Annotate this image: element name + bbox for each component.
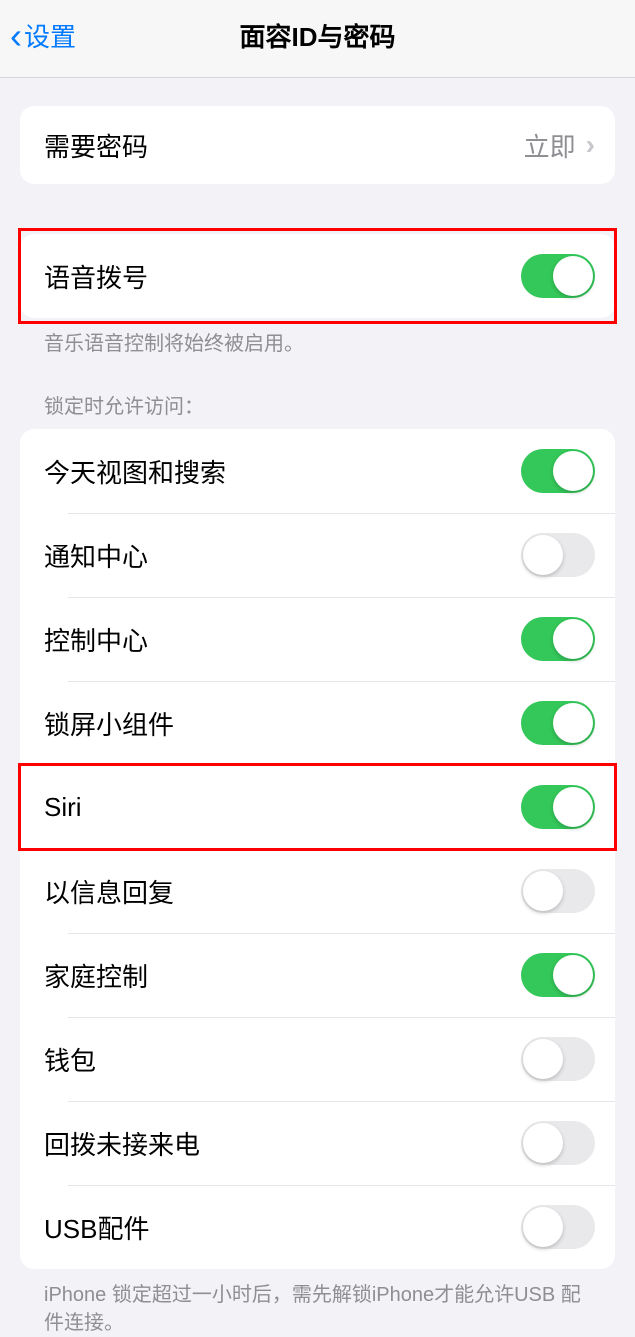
- nav-header: ‹ 设置 面容ID与密码: [0, 0, 635, 78]
- passcode-group: 需要密码 立即 ›: [20, 106, 615, 184]
- notification-center-toggle[interactable]: [521, 533, 595, 577]
- lock-access-group: 今天视图和搜索通知中心控制中心锁屏小组件 Siri 以信息回复家庭控制钱包回拨未接来…: [20, 429, 615, 1269]
- usb-accessories-row: USB配件: [44, 1185, 615, 1269]
- home-control-label: 家庭控制: [44, 957, 148, 994]
- usb-accessories-label: USB配件: [44, 1209, 149, 1246]
- lock-access-footer: iPhone 锁定超过一小时后，需先解锁iPhone才能允许USB 配件连接。: [20, 1269, 615, 1337]
- notification-center-row: 通知中心: [44, 513, 615, 597]
- return-missed-calls-row: 回拨未接来电: [44, 1101, 615, 1185]
- wallet-toggle[interactable]: [521, 1037, 595, 1081]
- toggle-knob: [523, 1039, 563, 1079]
- home-control-toggle[interactable]: [521, 953, 595, 997]
- toggle-knob: [523, 1207, 563, 1247]
- back-label: 设置: [24, 17, 76, 54]
- reply-messages-label: 以信息回复: [44, 873, 174, 910]
- toggle-knob: [523, 871, 563, 911]
- toggle-knob: [553, 451, 593, 491]
- control-center-row: 控制中心: [44, 597, 615, 681]
- require-passcode-label: 需要密码: [44, 127, 148, 164]
- toggle-knob: [523, 535, 563, 575]
- lock-screen-widgets-toggle[interactable]: [521, 701, 595, 745]
- require-passcode-value: 立即: [524, 127, 576, 164]
- toggle-knob: [553, 787, 593, 827]
- control-center-label: 控制中心: [44, 621, 148, 658]
- control-center-toggle[interactable]: [521, 617, 595, 661]
- siri-row: Siri: [44, 765, 615, 849]
- return-missed-calls-toggle[interactable]: [521, 1121, 595, 1165]
- lock-screen-widgets-label: 锁屏小组件: [44, 705, 174, 742]
- return-missed-calls-label: 回拨未接来电: [44, 1125, 200, 1162]
- usb-accessories-toggle[interactable]: [521, 1205, 595, 1249]
- toggle-knob: [553, 619, 593, 659]
- back-button[interactable]: ‹ 设置: [10, 17, 76, 54]
- today-view-search-toggle[interactable]: [521, 449, 595, 493]
- voice-dial-label: 语音拨号: [44, 258, 148, 295]
- reply-messages-toggle[interactable]: [521, 869, 595, 913]
- wallet-row: 钱包: [44, 1017, 615, 1101]
- require-passcode-row[interactable]: 需要密码 立即 ›: [20, 106, 615, 184]
- voice-dial-toggle[interactable]: [521, 254, 595, 298]
- chevron-right-icon: ›: [586, 129, 595, 161]
- voice-dial-footer: 音乐语音控制将始终被启用。: [20, 318, 615, 358]
- notification-center-label: 通知中心: [44, 537, 148, 574]
- today-view-search-label: 今天视图和搜索: [44, 453, 226, 490]
- page-title: 面容ID与密码: [239, 17, 395, 54]
- wallet-label: 钱包: [44, 1041, 96, 1078]
- siri-label: Siri: [44, 792, 82, 823]
- lock-screen-widgets-row: 锁屏小组件: [44, 681, 615, 765]
- today-view-search-row: 今天视图和搜索: [20, 429, 615, 513]
- reply-messages-row: 以信息回复: [44, 849, 615, 933]
- toggle-knob: [553, 256, 593, 296]
- chevron-left-icon: ‹: [10, 18, 22, 54]
- voice-dial-group: 语音拨号: [20, 234, 615, 318]
- lock-access-header: 锁定时允许访问：: [20, 358, 615, 429]
- voice-dial-row: 语音拨号: [20, 234, 615, 318]
- toggle-knob: [553, 703, 593, 743]
- toggle-knob: [523, 1123, 563, 1163]
- toggle-knob: [553, 955, 593, 995]
- home-control-row: 家庭控制: [44, 933, 615, 1017]
- siri-toggle[interactable]: [521, 785, 595, 829]
